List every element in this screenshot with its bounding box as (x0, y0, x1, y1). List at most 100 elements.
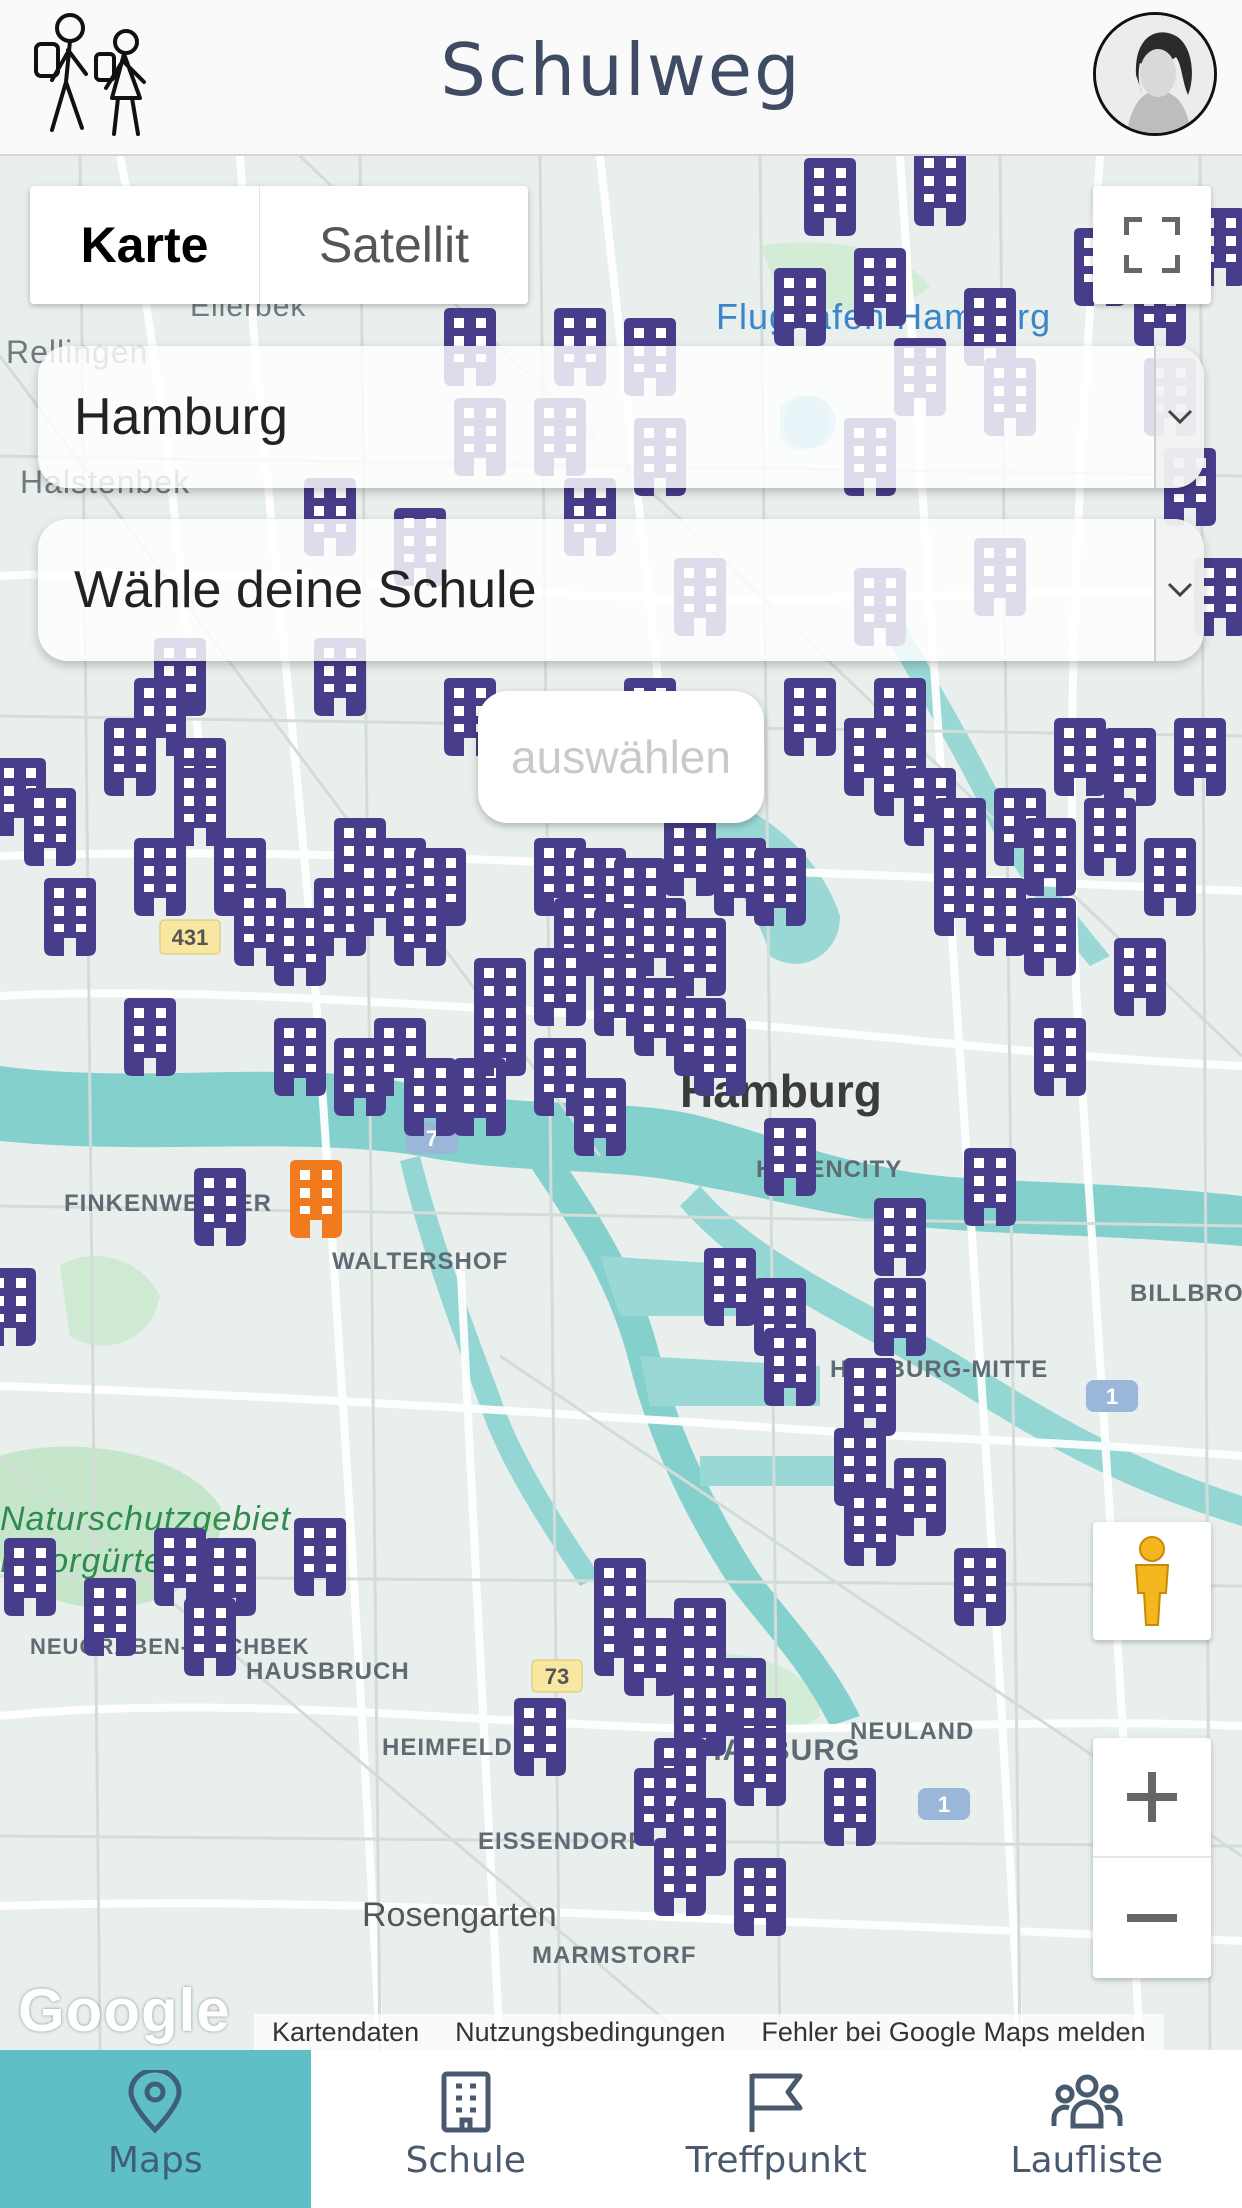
school-marker[interactable] (0, 1266, 42, 1352)
school-marker[interactable] (748, 846, 812, 932)
school-marker[interactable] (1168, 716, 1232, 802)
attribution-report-error[interactable]: Fehler bei Google Maps melden (743, 2017, 1163, 2048)
zoom-control (1093, 1738, 1211, 1978)
place-label-billbrook: BILLBROOK (1130, 1280, 1242, 1307)
school-marker[interactable] (188, 1166, 252, 1252)
school-marker[interactable] (178, 1596, 242, 1682)
school-marker[interactable] (1028, 1016, 1092, 1102)
road-shield-1: 1 (1106, 1384, 1118, 1409)
chevron-down-icon (1167, 582, 1193, 598)
school-marker[interactable] (568, 1076, 632, 1162)
school-building-icon (1034, 1018, 1086, 1096)
school-building-icon (874, 1198, 926, 1276)
fullscreen-button[interactable] (1093, 186, 1211, 304)
school-marker[interactable] (0, 1536, 62, 1622)
school-building-icon (734, 1728, 786, 1806)
school-marker[interactable] (688, 1016, 752, 1102)
nav-label-schule: Schule (405, 2140, 526, 2181)
school-marker-selected[interactable] (284, 1158, 348, 1244)
zoom-out-button[interactable] (1093, 1858, 1211, 1978)
nav-label-maps: Maps (107, 2140, 203, 2181)
school-marker[interactable] (768, 266, 832, 352)
school-marker[interactable] (18, 786, 82, 872)
school-select-value: Wähle deine Schule (74, 561, 537, 619)
school-marker[interactable] (728, 1856, 792, 1942)
school-marker[interactable] (1078, 796, 1142, 882)
choose-school-button[interactable]: auswählen (478, 691, 764, 823)
school-marker[interactable] (38, 876, 102, 962)
nav-label-treffpunkt: Treffpunkt (685, 2140, 867, 2181)
nav-item-treffpunkt[interactable]: Treffpunkt (621, 2050, 932, 2208)
school-marker[interactable] (1108, 936, 1172, 1022)
school-building-icon (734, 1858, 786, 1936)
place-label-neuland: NEULAND (850, 1718, 975, 1745)
school-building-icon (0, 1268, 36, 1346)
school-marker[interactable] (118, 996, 182, 1082)
school-building-icon (1174, 718, 1226, 796)
school-marker[interactable] (388, 886, 452, 972)
school-building-icon (84, 1578, 136, 1656)
school-marker[interactable] (868, 1276, 932, 1362)
school-marker[interactable] (98, 716, 162, 802)
school-building-icon (764, 1328, 816, 1406)
school-select-arrow (1154, 519, 1204, 661)
nav-label-laufliste: Laufliste (1010, 2140, 1164, 2181)
nav-item-schule[interactable]: Schule (311, 2050, 622, 2208)
school-building-icon (574, 1078, 626, 1156)
school-building-icon (44, 878, 96, 956)
school-marker[interactable] (958, 1146, 1022, 1232)
school-marker[interactable] (848, 246, 912, 332)
school-marker[interactable] (868, 1196, 932, 1282)
user-avatar[interactable] (1093, 12, 1217, 136)
school-building-icon (824, 1768, 876, 1846)
street-view-pegman-button[interactable] (1093, 1522, 1211, 1640)
nav-item-maps[interactable]: Maps (0, 2050, 311, 2208)
school-building-icon (394, 888, 446, 966)
school-building-icon (24, 788, 76, 866)
place-label-waltershof: WALTERSHOF (332, 1248, 509, 1275)
app: Schulweg 431 7 73 1 1 Ellerbek Flughafen… (0, 0, 1242, 2208)
school-marker[interactable] (648, 1836, 712, 1922)
school-building-icon (914, 156, 966, 226)
school-marker[interactable] (468, 996, 532, 1082)
school-building-icon (954, 1548, 1006, 1626)
map-attribution: Kartendaten Nutzungsbedingungen Fehler b… (254, 2014, 1164, 2050)
school-marker[interactable] (528, 946, 592, 1032)
school-building-icon (104, 718, 156, 796)
school-select[interactable]: Wähle deine Schule (38, 519, 1204, 661)
map-type-satellit-button[interactable]: Satellit (260, 186, 528, 304)
school-building-icon (844, 1488, 896, 1566)
school-marker[interactable] (288, 1516, 352, 1602)
nav-item-laufliste[interactable]: Laufliste (932, 2050, 1242, 2208)
school-marker[interactable] (838, 1486, 902, 1572)
city-select[interactable]: Hamburg (38, 346, 1204, 488)
school-marker[interactable] (728, 1726, 792, 1812)
school-marker[interactable] (908, 156, 972, 232)
attribution-nutzungsbedingungen[interactable]: Nutzungsbedingungen (437, 2017, 743, 2048)
school-marker[interactable] (948, 1546, 1012, 1632)
school-marker[interactable] (128, 836, 192, 922)
school-marker[interactable] (268, 1016, 332, 1102)
map-view[interactable]: 431 7 73 1 1 Ellerbek Rellingen Halstenb… (0, 156, 1242, 2050)
zoom-in-button[interactable] (1093, 1738, 1211, 1858)
school-marker[interactable] (758, 1326, 822, 1412)
school-marker[interactable] (78, 1576, 142, 1662)
attribution-kartendaten[interactable]: Kartendaten (254, 2017, 437, 2048)
map-type-control: Karte Satellit (30, 186, 528, 304)
school-marker[interactable] (778, 676, 842, 762)
map-type-karte-button[interactable]: Karte (30, 186, 260, 304)
school-marker[interactable] (508, 1696, 572, 1782)
pegman-icon (1134, 1536, 1170, 1626)
school-building-icon (694, 1018, 746, 1096)
school-marker[interactable] (818, 1766, 882, 1852)
school-building-icon (134, 838, 186, 916)
school-marker[interactable] (1018, 896, 1082, 982)
school-marker[interactable] (798, 156, 862, 242)
school-marker[interactable] (758, 1116, 822, 1202)
school-building-icon (774, 268, 826, 346)
minus-icon (1127, 1914, 1177, 1922)
school-building-icon (784, 678, 836, 756)
school-building-icon (804, 158, 856, 236)
school-building-icon (654, 1838, 706, 1916)
school-marker[interactable] (1138, 836, 1202, 922)
